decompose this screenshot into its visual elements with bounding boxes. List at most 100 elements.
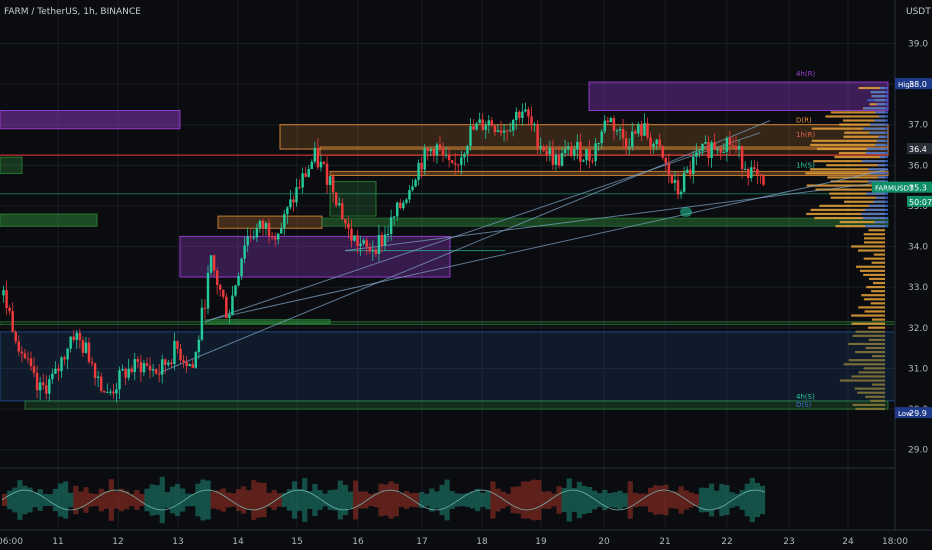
candle-body[interactable] (237, 275, 240, 286)
candle-body[interactable] (161, 359, 164, 375)
candle-body[interactable] (356, 235, 359, 247)
candle-body[interactable] (365, 240, 368, 247)
candle-body[interactable] (218, 284, 222, 290)
candle-body[interactable] (521, 111, 524, 118)
tradingview-chart[interactable]: 4h(R)D(R)1h(R)1h(S)4h(S)D(S) 1.00.0 29.0… (0, 0, 932, 550)
candle-body[interactable] (701, 143, 704, 152)
candle-body[interactable] (41, 382, 45, 386)
candle-body[interactable] (185, 361, 188, 367)
candle-body[interactable] (243, 245, 246, 259)
candle-body[interactable] (542, 146, 545, 151)
candle-body[interactable] (325, 163, 329, 185)
candle-body[interactable] (231, 295, 234, 315)
candle-body[interactable] (658, 139, 661, 147)
candle-body[interactable] (649, 137, 652, 148)
candle-body[interactable] (551, 148, 555, 165)
candle-body[interactable] (96, 376, 100, 379)
candle-body[interactable] (283, 214, 286, 229)
candle-body[interactable] (389, 217, 393, 234)
candle-body[interactable] (209, 255, 213, 273)
candle-body[interactable] (698, 151, 701, 153)
candle-body[interactable] (750, 167, 753, 178)
candle-body[interactable] (685, 169, 689, 173)
candle-body[interactable] (515, 111, 518, 121)
candle-body[interactable] (396, 202, 399, 217)
candle-body[interactable] (124, 368, 127, 378)
candle-body[interactable] (133, 359, 136, 373)
candle-body[interactable] (631, 131, 634, 148)
candle-body[interactable] (374, 249, 378, 254)
candle-body[interactable] (32, 366, 36, 373)
candle-body[interactable] (402, 202, 405, 209)
candle-body[interactable] (600, 131, 603, 144)
candle-body[interactable] (707, 142, 710, 158)
candle-body[interactable] (518, 111, 521, 118)
candle-body[interactable] (48, 379, 51, 394)
candle-body[interactable] (328, 176, 332, 185)
candle-body[interactable] (472, 126, 475, 130)
candle-body[interactable] (548, 148, 552, 155)
candle-body[interactable] (2, 290, 5, 296)
candle-body[interactable] (576, 141, 579, 150)
candle-body[interactable] (414, 179, 417, 187)
candle-body[interactable] (670, 174, 674, 183)
candle-body[interactable] (466, 145, 469, 154)
candle-body[interactable] (157, 373, 161, 375)
candle-body[interactable] (759, 174, 762, 177)
candle-body[interactable] (270, 235, 274, 238)
candle-body[interactable] (704, 142, 707, 144)
candle-body[interactable] (405, 199, 408, 203)
candle-body[interactable] (368, 246, 371, 252)
candle-body[interactable] (276, 233, 280, 240)
candle-body[interactable] (435, 144, 439, 156)
candle-body[interactable] (450, 160, 454, 164)
candle-body[interactable] (679, 191, 683, 195)
candle-body[interactable] (423, 148, 426, 170)
candle-body[interactable] (634, 131, 637, 134)
candle-body[interactable] (81, 340, 85, 353)
candle-body[interactable] (545, 150, 549, 155)
candle-body[interactable] (93, 363, 97, 379)
candle-body[interactable] (319, 161, 323, 168)
candle-body[interactable] (212, 255, 216, 271)
candle-body[interactable] (84, 342, 88, 353)
candle-body[interactable] (380, 234, 384, 246)
candle-body[interactable] (383, 234, 387, 246)
candle-body[interactable] (286, 207, 289, 215)
candle-body[interactable] (78, 332, 82, 341)
candle-body[interactable] (661, 146, 664, 158)
candle-body[interactable] (57, 368, 60, 372)
candle-body[interactable] (359, 243, 362, 247)
candle-body[interactable] (23, 353, 27, 359)
candle-body[interactable] (618, 128, 622, 131)
candle-body[interactable] (493, 125, 497, 133)
candle-body[interactable] (142, 363, 146, 373)
candle-body[interactable] (502, 130, 506, 133)
candle-body[interactable] (475, 123, 478, 130)
candle-body[interactable] (298, 187, 301, 189)
candle-body[interactable] (453, 163, 457, 165)
candle-body[interactable] (353, 235, 356, 241)
candle-body[interactable] (130, 368, 133, 373)
candle-body[interactable] (173, 340, 176, 365)
candle-body[interactable] (188, 364, 191, 367)
candle-body[interactable] (615, 130, 619, 132)
pivot-marker[interactable] (680, 207, 692, 218)
candle-body[interactable] (225, 296, 228, 318)
candle-body[interactable] (490, 120, 494, 126)
candle-body[interactable] (267, 223, 271, 236)
candle-body[interactable] (597, 143, 600, 145)
candle-body[interactable] (194, 352, 198, 368)
candle-body[interactable] (621, 128, 625, 139)
candle-body[interactable] (20, 351, 24, 354)
candle-body[interactable] (560, 152, 564, 166)
candle-body[interactable] (530, 116, 533, 125)
candle-body[interactable] (408, 190, 411, 200)
candle-body[interactable] (511, 120, 515, 131)
candle-body[interactable] (191, 364, 194, 368)
candle-body[interactable] (640, 124, 643, 136)
candle-body[interactable] (14, 331, 17, 342)
candle-body[interactable] (255, 227, 259, 238)
candle-body[interactable] (643, 123, 646, 136)
candle-body[interactable] (673, 180, 677, 183)
